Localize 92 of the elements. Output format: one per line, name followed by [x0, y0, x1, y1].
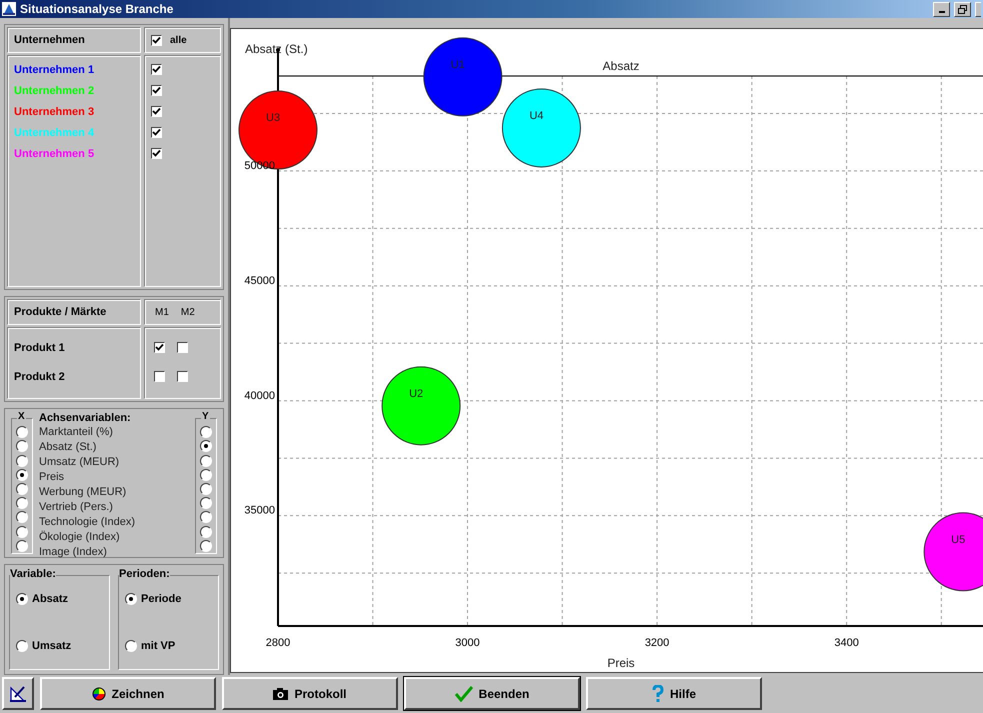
product-label: Produkt 2 — [13, 371, 66, 385]
tick-label: 35000 — [244, 504, 275, 517]
radio-button[interactable] — [125, 640, 137, 652]
push-button[interactable]: Zeichnen — [40, 677, 216, 710]
radio-label: Technologie (Index) — [39, 515, 136, 530]
restore-button[interactable] — [954, 2, 971, 16]
radio-button[interactable] — [200, 482, 212, 495]
radio-button[interactable] — [16, 640, 28, 652]
minimize-button[interactable] — [933, 2, 950, 16]
radio-button[interactable] — [16, 426, 28, 438]
checkbox[interactable] — [177, 342, 188, 353]
radio-button[interactable] — [16, 540, 28, 552]
radio-button[interactable] — [16, 482, 28, 495]
radio-button[interactable] — [16, 526, 28, 538]
window-title: Situationsanalyse Branche — [20, 2, 174, 16]
radio-button[interactable] — [200, 440, 212, 452]
group-label: X — [17, 411, 26, 422]
radio-button[interactable] — [200, 497, 212, 510]
radio-button[interactable] — [125, 593, 137, 606]
group-label: Perioden: — [119, 568, 170, 580]
chart-title: Absatz — [602, 59, 640, 73]
drafting-icon — [9, 684, 27, 702]
checkmark-icon — [454, 686, 473, 702]
push-button[interactable]: Beenden — [404, 677, 580, 710]
radio-button[interactable] — [16, 593, 28, 606]
radio-button[interactable] — [16, 454, 28, 467]
tick-label: 3000 — [455, 637, 480, 649]
company-label: Unternehmen 1 — [13, 64, 96, 78]
column-header: Produkte / Märkte — [14, 306, 106, 318]
radio-label: Marktanteil (%) — [39, 425, 114, 440]
radio-button[interactable] — [200, 526, 212, 538]
checkbox[interactable] — [151, 106, 162, 117]
column-header: M2 — [180, 306, 195, 318]
radio-button[interactable] — [16, 497, 28, 510]
color-wheel-icon — [92, 686, 106, 700]
radio-button[interactable] — [200, 468, 212, 481]
radio-label: Umsatz — [32, 640, 72, 652]
radio-label: Ökologie (Index) — [39, 530, 121, 545]
radio-button[interactable] — [200, 540, 212, 552]
checkbox[interactable] — [151, 85, 162, 96]
radio-label: Werbung (MEUR) — [39, 485, 128, 500]
radio-label: Absatz — [32, 593, 68, 606]
checkbox[interactable] — [177, 371, 188, 382]
radio-button[interactable] — [200, 511, 212, 524]
radio-label: Absatz (St.) — [39, 440, 98, 455]
group-label: Variable: — [10, 568, 56, 580]
axis-title: Preis — [607, 656, 635, 670]
group-title: Achsenvariablen: — [39, 412, 132, 425]
bubble-label: U5 — [951, 534, 966, 546]
push-button[interactable]: Protokoll — [222, 677, 398, 710]
checkbox[interactable] — [151, 148, 162, 159]
tick-label: 3200 — [644, 637, 670, 649]
radio-label: Image (Index) — [39, 545, 108, 560]
tick-label: 2800 — [266, 637, 290, 649]
column-header: Unternehmen — [14, 34, 85, 46]
close-button[interactable] — [975, 2, 981, 16]
radio-button[interactable] — [200, 426, 212, 438]
company-label: Unternehmen 5 — [13, 148, 96, 162]
bubble-label: U2 — [409, 388, 424, 400]
checkbox-label: alle — [170, 34, 187, 46]
tick-label: 45000 — [244, 274, 275, 287]
camera-icon — [273, 688, 288, 700]
radio-button[interactable] — [200, 454, 212, 467]
restore-icon — [958, 4, 967, 14]
checkbox[interactable] — [151, 34, 162, 46]
app-icon — [2, 2, 16, 16]
radio-button[interactable] — [16, 511, 28, 524]
checkbox[interactable] — [154, 342, 165, 353]
help-icon — [652, 684, 664, 702]
radio-label: mit VP — [141, 640, 176, 652]
company-label: Unternehmen 2 — [13, 85, 96, 99]
bubble-label: U3 — [266, 112, 280, 124]
push-button[interactable]: Hilfe — [586, 677, 762, 710]
radio-label: Vertrieb (Pers.) — [39, 500, 114, 515]
tick-label: 3400 — [834, 637, 859, 649]
radio-button[interactable] — [16, 468, 28, 481]
bubble-label: U1 — [450, 58, 465, 71]
bubble-label: U4 — [529, 110, 544, 122]
radio-label: Umsatz (MEUR) — [39, 455, 120, 470]
checkbox[interactable] — [151, 64, 162, 75]
tick-label: 40000 — [244, 390, 275, 402]
radio-label: Preis — [39, 470, 66, 485]
checkbox[interactable] — [154, 371, 165, 382]
tool-button[interactable] — [2, 677, 34, 710]
product-label: Produkt 1 — [13, 342, 66, 356]
radio-button[interactable] — [16, 440, 28, 452]
column-header: M1 — [155, 306, 169, 318]
radio-label: Periode — [141, 593, 182, 606]
group-label: Y — [201, 411, 210, 422]
company-label: Unternehmen 3 — [13, 106, 96, 120]
checkbox[interactable] — [151, 127, 162, 138]
company-label: Unternehmen 4 — [13, 127, 96, 141]
